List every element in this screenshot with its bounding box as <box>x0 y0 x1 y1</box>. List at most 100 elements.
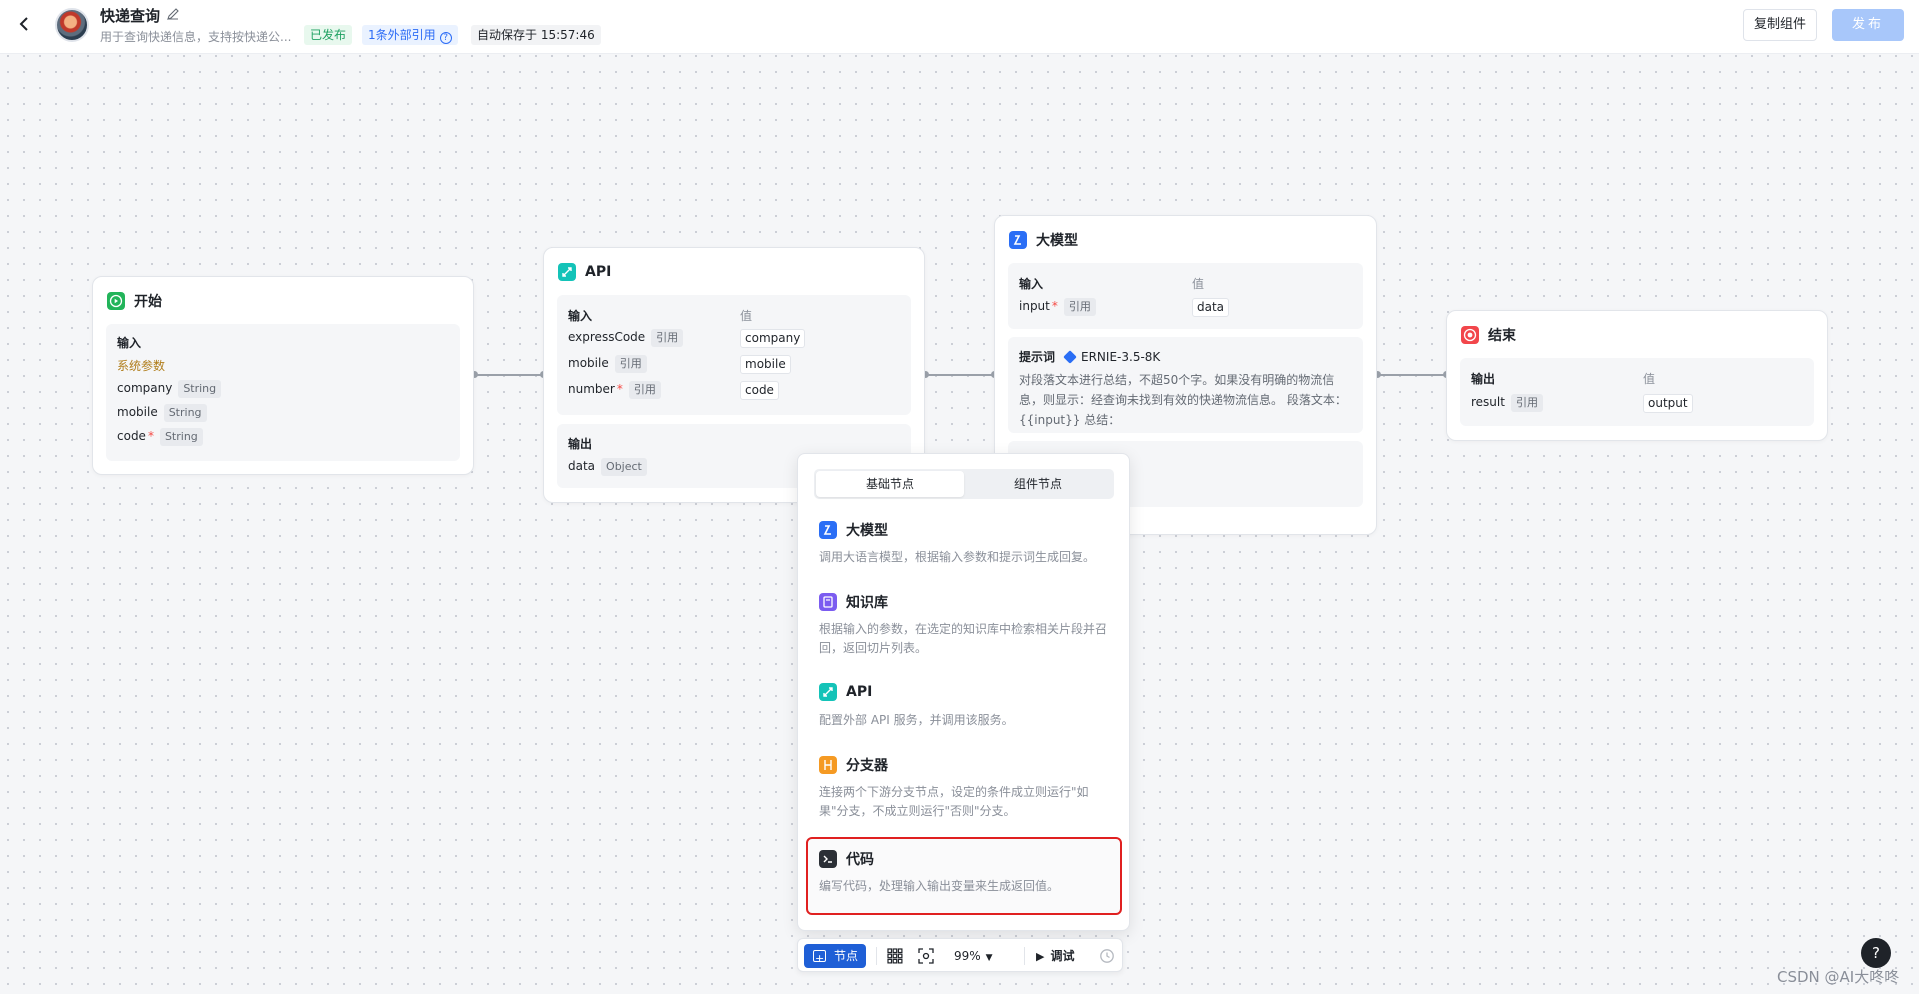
param-name: code <box>117 429 146 443</box>
value-label: 值 <box>1643 372 1656 386</box>
cube-icon <box>1063 349 1077 364</box>
branch-icon <box>819 756 837 774</box>
param-row: code * String <box>117 428 203 446</box>
app-title: 快递查询 <box>100 7 161 25</box>
item-title-row: 代码 <box>819 849 874 869</box>
watermark: CSDN @AI大咚咚 <box>1777 968 1900 986</box>
api-input-panel: 输入 值 expressCode 引用 company mobile 引用 mobi… <box>557 295 911 415</box>
required-mark: * <box>616 382 623 396</box>
add-llm-node-item[interactable]: 大模型 调用大语言模型，根据输入参数和提示词生成回复。 <box>806 520 1122 570</box>
edge-api-llm[interactable] <box>925 374 995 376</box>
api-node-title: API <box>585 264 612 280</box>
output-type: Object <box>601 458 647 476</box>
add-api-node-item[interactable]: API 配置外部 API 服务，并调用该服务。 <box>806 683 1122 733</box>
add-branch-node-item[interactable]: 分支器 连接两个下游分支节点，设定的条件成立则运行"如果"分支，不成立则运行"否… <box>806 755 1122 823</box>
debug-label: 调试 <box>1050 949 1075 963</box>
param-name: mobile <box>117 405 158 419</box>
required-mark: * <box>147 429 154 443</box>
toolbar-divider <box>876 947 877 965</box>
output-value: output <box>1643 394 1693 413</box>
grid-icon[interactable] <box>887 948 903 964</box>
param-type: String <box>163 404 207 422</box>
edge-llm-end[interactable] <box>1377 374 1447 376</box>
top-header: 快递查询 用于查询快递信息，支持按快递公... 已发布 1条外部引用? 自动保存… <box>0 0 1919 54</box>
tab-component-nodes[interactable]: 组件节点 <box>964 471 1112 497</box>
play-icon <box>107 292 125 310</box>
llm-prompt-panel: 提示词 ERNIE-3.5-8K 对段落文本进行总结，不超50个字。如果没有明确… <box>1008 337 1363 433</box>
param-value: code <box>740 381 779 400</box>
param-row: number * 引用 <box>568 381 661 399</box>
knowledge-base-icon <box>819 593 837 611</box>
external-ref-label: 1条外部引用 <box>368 28 436 42</box>
llm-icon <box>1009 231 1027 249</box>
param-name: expressCode <box>568 330 646 344</box>
history-icon[interactable] <box>1099 948 1115 964</box>
play-icon: ▶ <box>1036 950 1045 963</box>
param-row: company String <box>117 380 222 398</box>
start-node-title: 开始 <box>134 294 162 310</box>
param-name: company <box>117 381 173 395</box>
api-node-header: API <box>558 262 611 282</box>
end-node-title: 结束 <box>1488 328 1516 344</box>
publish-button[interactable]: 发布 <box>1832 9 1904 41</box>
zoom-level: 99% <box>954 949 981 963</box>
llm-node-title: 大模型 <box>1036 233 1078 249</box>
value-label: 值 <box>1192 277 1205 291</box>
prompt-label: 提示词 <box>1019 350 1056 364</box>
output-row: data Object <box>568 458 647 476</box>
system-params-label: 系统参数 <box>117 359 166 373</box>
param-row: input * 引用 <box>1019 298 1096 316</box>
prompt-header: 提示词 ERNIE-3.5-8K <box>1019 348 1160 365</box>
param-value: data <box>1192 298 1230 317</box>
external-ref-badge[interactable]: 1条外部引用? <box>362 25 458 45</box>
tab-basic-nodes[interactable]: 基础节点 <box>816 471 964 497</box>
output-name: result <box>1471 395 1505 409</box>
output-label: 输出 <box>568 437 593 451</box>
zoom-select[interactable]: 99% ▼ <box>954 946 993 966</box>
ref-tag: 引用 <box>628 381 661 399</box>
required-mark: * <box>1051 299 1058 313</box>
param-value: mobile <box>740 355 791 374</box>
ref-tag: 引用 <box>651 329 684 347</box>
help-circle-icon[interactable]: ? <box>439 32 452 44</box>
item-description: 调用大语言模型，根据输入参数和提示词生成回复。 <box>819 550 1096 564</box>
debug-button[interactable]: ▶ 调试 <box>1036 946 1074 966</box>
item-description: 编写代码，处理输入输出变量来生成返回值。 <box>819 879 1060 893</box>
param-row: expressCode 引用 <box>568 329 684 347</box>
start-node-header: 开始 <box>107 291 162 311</box>
add-code-node-item[interactable]: 代码 编写代码，处理输入输出变量来生成返回值。 <box>806 837 1122 915</box>
item-title: 分支器 <box>846 758 888 774</box>
stop-icon <box>1461 326 1479 344</box>
end-node-header: 结束 <box>1461 325 1516 345</box>
copy-component-button[interactable]: 复制组件 <box>1743 9 1817 41</box>
prompt-line: 息，则显示：经查询未找到有效的快递物流信息。 段落文本： <box>1019 393 1347 407</box>
item-title: 大模型 <box>846 523 888 539</box>
node-type-tabs: 基础节点 组件节点 <box>814 469 1114 499</box>
param-type: String <box>178 380 222 398</box>
autosave-status: 自动保存于 15:57:46 <box>471 25 601 45</box>
fit-view-icon[interactable] <box>918 948 934 964</box>
start-node[interactable]: 开始 输入 系统参数 company String mobile String co… <box>92 276 474 475</box>
edge-start-api[interactable] <box>474 374 544 376</box>
prompt-line: 对段落文本进行总结，不超50个字。如果没有明确的物流信 <box>1019 373 1335 387</box>
api-icon <box>819 683 837 701</box>
param-type: String <box>159 428 203 446</box>
param-row: mobile 引用 <box>568 355 647 373</box>
end-node[interactable]: 结束 输出 值 result 引用 output <box>1446 310 1828 441</box>
add-node-icon <box>813 947 826 971</box>
model-name: ERNIE-3.5-8K <box>1081 349 1161 364</box>
help-button[interactable]: ? <box>1861 938 1891 968</box>
item-title: API <box>846 684 873 700</box>
param-name: number <box>568 382 615 396</box>
add-knowledge-node-item[interactable]: 知识库 根据输入的参数，在选定的知识库中检索相关片段并召回，返回切片列表。 <box>806 592 1122 660</box>
param-value: company <box>740 329 806 348</box>
edit-icon[interactable] <box>166 7 180 21</box>
llm-icon <box>819 521 837 539</box>
item-description: 连接两个下游分支节点，设定的条件成立则运行"如果"分支，不成立则运行"否则"分支… <box>819 785 1089 818</box>
item-description: 根据输入的参数，在选定的知识库中检索相关片段并召回，返回切片列表。 <box>819 622 1108 655</box>
add-node-button[interactable]: 节点 <box>804 944 866 971</box>
param-row: mobile String <box>117 404 207 422</box>
chevron-down-icon: ▼ <box>985 953 993 963</box>
back-arrow-icon[interactable] <box>14 14 34 34</box>
ref-tag: 引用 <box>1063 298 1096 316</box>
